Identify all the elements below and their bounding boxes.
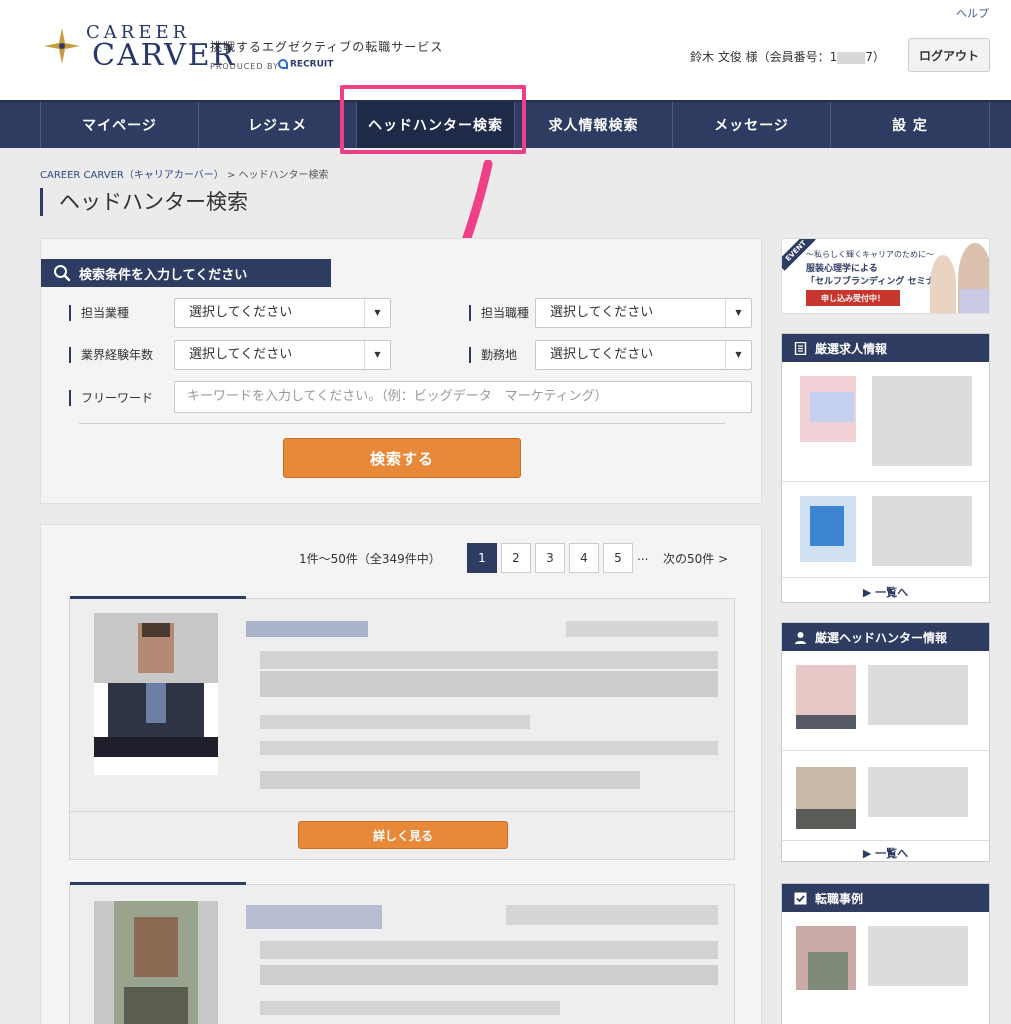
user-info: 鈴木 文俊 様（会員番号：1 7） <box>690 50 885 64</box>
featured-job-item[interactable] <box>782 362 989 482</box>
headhunter-photo <box>94 901 218 1024</box>
featured-jobs-box: 厳選求人情報 ▶ 一覧へ <box>781 333 990 603</box>
page-button-1[interactable]: 1 <box>467 543 497 573</box>
event-banner[interactable]: EVENT 〜私らしく輝くキャリアのために〜 服装心理学による 「セルフブランデ… <box>781 238 990 314</box>
site-logo[interactable]: CAREER CARVER 挑戦するエグゼクティブの転職サービス PRODUCE… <box>40 20 460 80</box>
label-job-type: 担当職種 <box>469 305 529 321</box>
nav-resume[interactable]: レジュメ <box>198 102 356 148</box>
compass-logo-icon <box>44 28 80 64</box>
headhunter-photo <box>94 613 218 775</box>
headhunter-name <box>246 621 368 637</box>
banner-apply-button[interactable]: 申し込み受付中！ <box>806 290 900 306</box>
headhunter-name <box>246 905 382 929</box>
nav-mypage[interactable]: マイページ <box>40 102 198 148</box>
search-panel: 検索条件を入力してください 担当業種 選択してください ▼ 担当職種 選択してく… <box>40 238 762 504</box>
featured-headhunters-box: 厳選ヘッドハンター情報 ▶ 一覧へ <box>781 622 990 862</box>
page-button-2[interactable]: 2 <box>501 543 531 573</box>
banner-person-image <box>930 255 956 313</box>
document-icon <box>794 341 807 355</box>
produced-by-label: PRODUCED BY <box>210 62 279 71</box>
check-icon <box>794 892 807 904</box>
industry-select[interactable]: 選択してください ▼ <box>174 298 391 328</box>
breadcrumb-current: ヘッドハンター検索 <box>238 170 329 181</box>
jobs-more-link[interactable]: ▶ 一覧へ <box>782 582 989 602</box>
result-count: 1件〜50件（全349件中） <box>299 552 441 566</box>
search-submit-button[interactable]: 検索する <box>283 438 521 478</box>
page-button-4[interactable]: 4 <box>569 543 599 573</box>
next-page-link[interactable]: 次の50件 > <box>663 550 728 567</box>
page-button-3[interactable]: 3 <box>535 543 565 573</box>
featured-headhunters-header: 厳選ヘッドハンター情報 <box>782 623 989 651</box>
results-panel: 1件〜50件（全349件中） 1 2 3 4 5 ... 次の50件 > 詳しく… <box>40 524 762 1024</box>
page-title: ヘッドハンター検索 <box>40 188 248 216</box>
page-ellipsis: ... <box>637 549 649 563</box>
featured-headhunter-item[interactable] <box>782 651 989 751</box>
search-panel-header: 検索条件を入力してください <box>41 259 331 287</box>
label-location: 勤務地 <box>469 347 517 363</box>
keyword-input[interactable]: キーワードを入力してください。（例：ビッグデータ マーケティング） <box>174 381 752 413</box>
label-keyword: フリーワード <box>69 390 153 406</box>
page-button-5[interactable]: 5 <box>603 543 633 573</box>
breadcrumb: CAREER CARVER（キャリアカーバー） > ヘッドハンター検索 <box>40 170 329 181</box>
job-type-select[interactable]: 選択してください ▼ <box>535 298 752 328</box>
label-experience: 業界経験年数 <box>69 347 153 363</box>
recruit-mark-icon <box>278 59 288 69</box>
recruit-logo: RECRUIT <box>278 59 333 70</box>
logout-button[interactable]: ログアウト <box>908 38 990 72</box>
search-divider <box>79 423 725 424</box>
logo-tagline: 挑戦するエグゼクティブの転職サービス <box>210 40 444 54</box>
headhunter-card <box>69 882 735 1024</box>
help-link[interactable]: ヘルプ <box>956 5 989 21</box>
headhunters-more-link[interactable]: ▶ 一覧へ <box>782 843 989 863</box>
featured-jobs-header: 厳選求人情報 <box>782 334 989 362</box>
headhunter-card: 詳しく見る <box>69 596 735 860</box>
search-icon <box>54 265 71 282</box>
chevron-down-icon: ▼ <box>364 299 390 327</box>
featured-headhunter-item[interactable] <box>782 751 989 841</box>
person-icon <box>795 631 806 644</box>
member-number-mask <box>837 51 866 64</box>
career-cases-header: 転職事例 <box>782 884 989 912</box>
nav-highlight-annotation <box>340 85 526 154</box>
career-cases-box: 転職事例 <box>781 883 990 1024</box>
experience-select[interactable]: 選択してください ▼ <box>174 340 391 370</box>
chevron-down-icon: ▼ <box>725 341 751 369</box>
breadcrumb-home[interactable]: CAREER CARVER（キャリアカーバー） <box>40 170 224 181</box>
nav-job-search[interactable]: 求人情報検索 <box>514 102 672 148</box>
chevron-down-icon: ▼ <box>364 341 390 369</box>
detail-button[interactable]: 詳しく見る <box>298 821 508 849</box>
location-select[interactable]: 選択してください ▼ <box>535 340 752 370</box>
chevron-down-icon: ▼ <box>725 299 751 327</box>
career-case-item[interactable] <box>782 912 989 1022</box>
nav-settings[interactable]: 設 定 <box>830 102 990 148</box>
nav-messages[interactable]: メッセージ <box>672 102 830 148</box>
featured-job-item[interactable] <box>782 482 989 578</box>
label-industry: 担当業種 <box>69 305 129 321</box>
